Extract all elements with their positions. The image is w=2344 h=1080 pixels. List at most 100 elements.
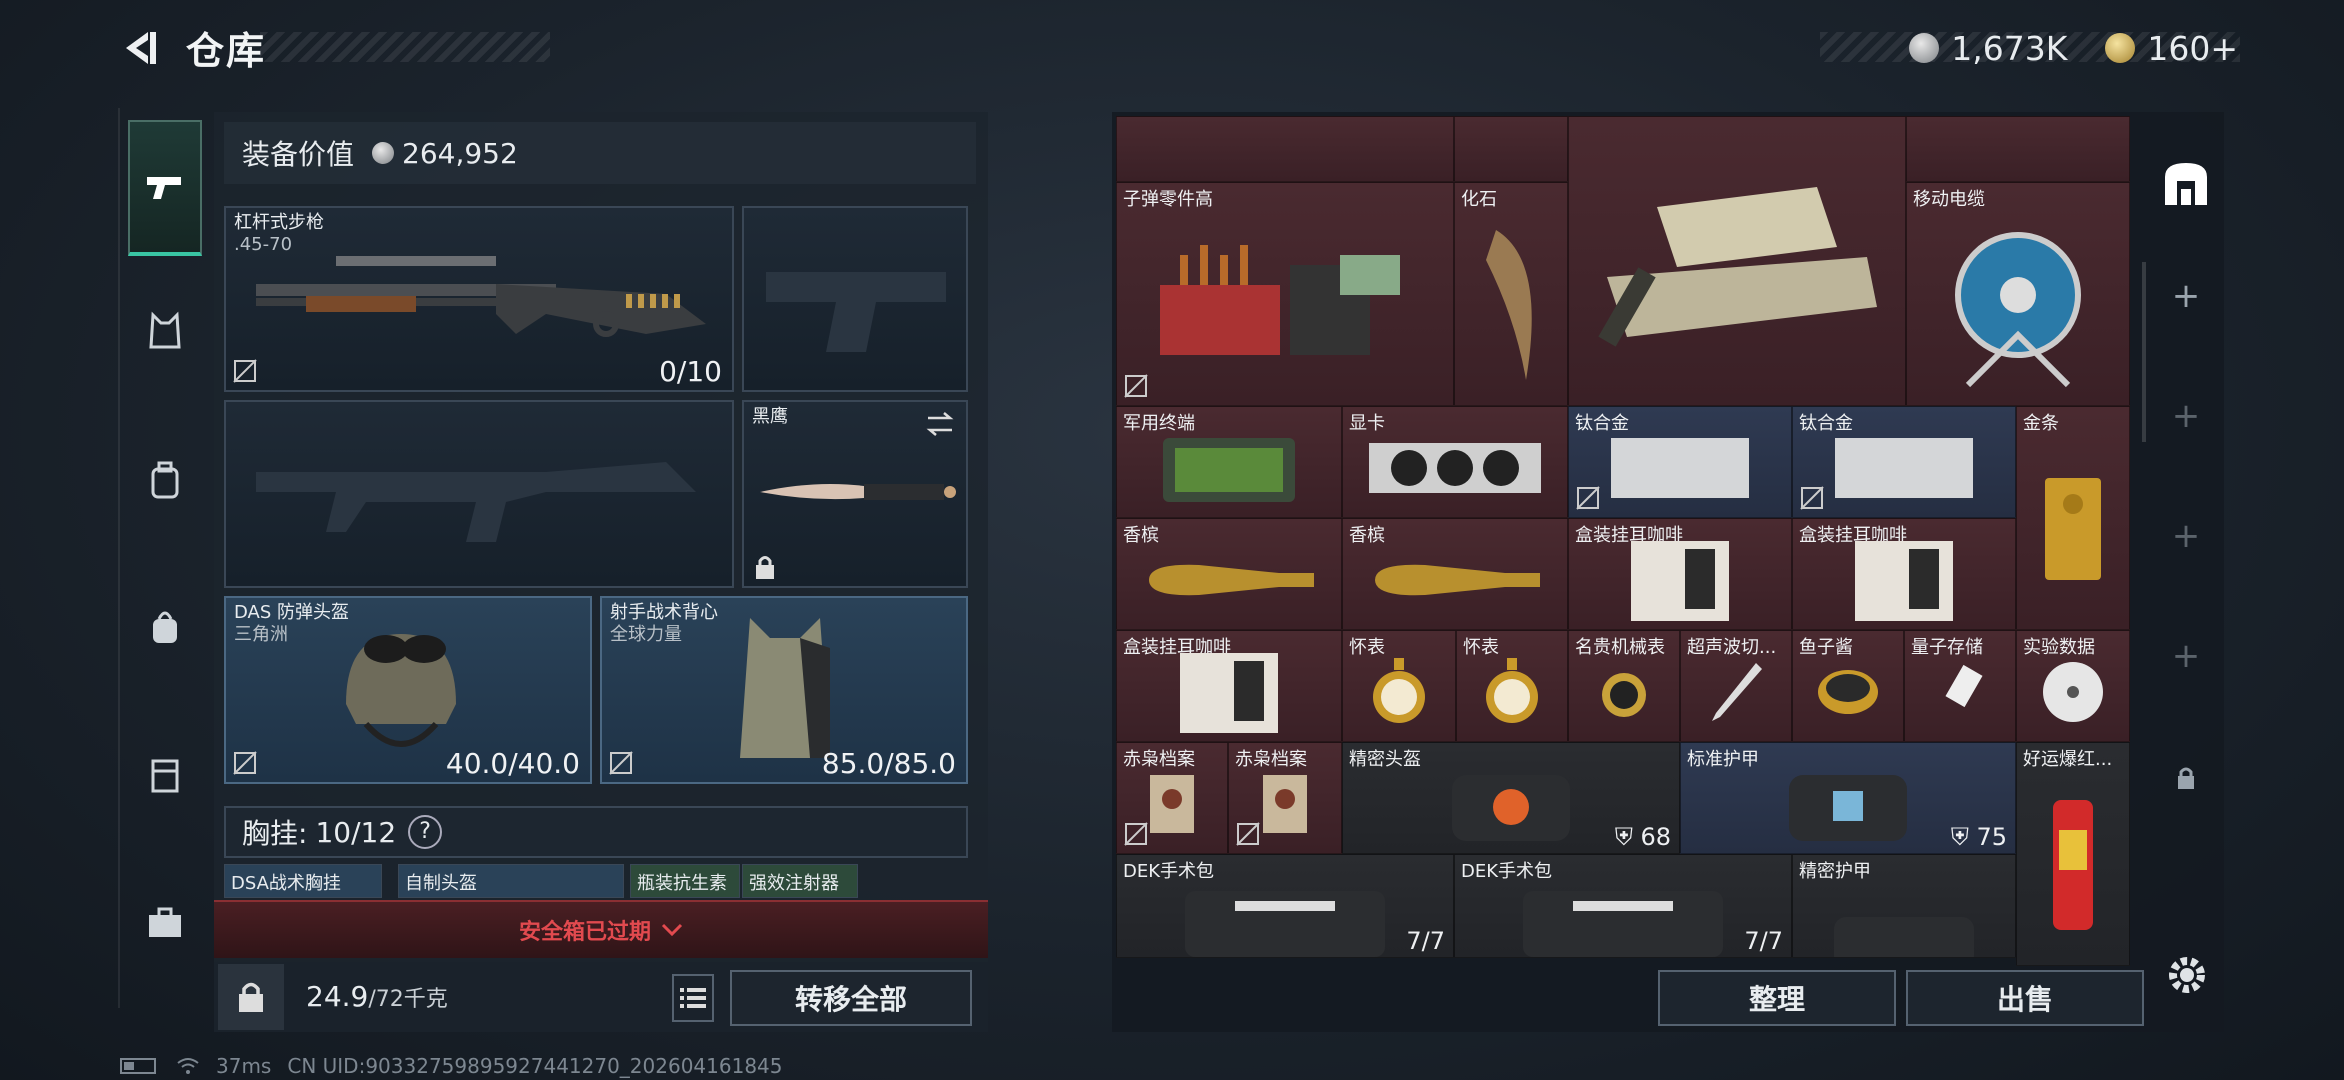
grid-item[interactable]: 好运爆红... (2016, 742, 2130, 966)
body-armor-slot[interactable]: 射手战术背心 全球力量 85.0/85.0 (600, 596, 968, 784)
helmet-icon (346, 634, 456, 747)
weight-current: 24.9 (306, 980, 369, 1013)
swap-icon[interactable] (924, 410, 956, 438)
grid-item[interactable]: 鱼子酱 (1792, 630, 1904, 742)
nav-bag[interactable] (128, 590, 202, 664)
add-storage-button[interactable]: + (2148, 258, 2224, 334)
lock-button[interactable] (218, 964, 284, 1030)
grid-item[interactable]: 怀表 (1342, 630, 1456, 742)
item-label: 赤枭档案 (1235, 749, 1307, 770)
grid-item[interactable]: DEK手术包 7/7 (1116, 854, 1454, 958)
transfer-all-button[interactable]: 转移全部 (730, 970, 972, 1026)
grid-item[interactable]: 标准护甲 ⛨ 75 (1680, 742, 2016, 854)
grid-cell[interactable] (1906, 116, 2130, 182)
equipment-value-label: 装备价值 (242, 138, 355, 171)
ammo-parts-icon (1160, 245, 1400, 356)
container-icon (151, 759, 179, 793)
coffee-box-icon (1855, 540, 1953, 621)
dossier-icon (1150, 774, 1194, 833)
add-storage-button[interactable]: + (2148, 378, 2224, 454)
knife-name: 黑鹰 (752, 406, 788, 427)
settings-button[interactable] (2162, 950, 2212, 1000)
add-storage-button[interactable]: + (2148, 618, 2224, 694)
grid-item[interactable]: 名贵机械表 (1568, 630, 1680, 742)
nav-container[interactable] (128, 738, 202, 812)
secondary-weapon-slot[interactable] (224, 400, 734, 588)
locked-storage[interactable] (2148, 740, 2224, 816)
item-label: DEK手术包 (1123, 861, 1215, 882)
grid-item[interactable]: 金条 (2016, 406, 2130, 630)
mini-slot[interactable]: 强效注射器 (742, 864, 858, 898)
helmet-bag-icon (1452, 774, 1570, 841)
melee-slot[interactable]: 黑鹰 (742, 400, 968, 588)
chest-label: 胸挂: (242, 817, 308, 850)
vest-icon (149, 311, 181, 349)
bag-icon (153, 611, 177, 643)
grid-item[interactable]: 盒装挂耳咖啡 (1792, 518, 2016, 630)
grid-item[interactable]: 怀表 (1456, 630, 1568, 742)
ping-value: 37ms (216, 1054, 272, 1078)
grid-item[interactable]: 军用终端 (1116, 406, 1342, 518)
grid-item[interactable]: 精密头盔 ⛨ 68 (1342, 742, 1680, 854)
sell-button[interactable]: 出售 (1906, 970, 2144, 1026)
pocket-watch-icon (1486, 657, 1538, 723)
grid-item[interactable]: 香槟 (1116, 518, 1342, 630)
mini-slot[interactable]: 自制头盔 (398, 864, 624, 898)
help-icon[interactable]: ? (408, 815, 443, 849)
armor-bag-icon (1834, 916, 1974, 957)
grid-item[interactable]: 赤枭档案 (1116, 742, 1228, 854)
vest-sub: 全球力量 (610, 624, 682, 645)
grid-item[interactable]: 量子存储 (1904, 630, 2016, 742)
grid-item[interactable]: 盒装挂耳咖啡 (1568, 518, 1792, 630)
nav-case[interactable] (128, 886, 202, 960)
grid-item[interactable]: DEK手术包 7/7 (1454, 854, 1792, 958)
currency-display[interactable]: 1,673K 160+ (1909, 26, 2238, 70)
grid-item[interactable]: 实验数据 (2016, 630, 2130, 742)
grid-item[interactable]: 赤枭档案 (1228, 742, 1342, 854)
grid-cell[interactable] (1116, 116, 1454, 182)
grid-item[interactable]: 移动电缆 (1906, 182, 2130, 406)
lever-rifle-icon (256, 256, 706, 337)
storage-tab-main[interactable] (2148, 146, 2224, 222)
grid-cell[interactable] (1454, 116, 1568, 182)
no-image-icon (1576, 486, 1600, 510)
vest-name: 射手战术背心 (610, 602, 718, 623)
equipment-value-row: 装备价值 264,952 (224, 122, 976, 184)
grid-item[interactable] (1568, 116, 1906, 406)
add-storage-button[interactable]: + (2148, 498, 2224, 574)
nav-backpack[interactable] (128, 444, 202, 518)
safebox-expired-banner[interactable]: 安全箱已过期 (214, 900, 988, 958)
list-view-button[interactable] (672, 974, 714, 1022)
grid-item[interactable]: 化石 (1454, 182, 1568, 406)
chest-count: 10/12 (315, 815, 397, 849)
grid-item[interactable]: 显卡 (1342, 406, 1568, 518)
grid-item[interactable]: 盒装挂耳咖啡 (1116, 630, 1342, 742)
briefcase-icon (149, 907, 181, 937)
rifle-placeholder-icon (256, 462, 696, 542)
nav-vest[interactable] (128, 294, 202, 368)
grid-scrollbar[interactable] (2142, 262, 2146, 442)
no-image-icon (1800, 486, 1824, 510)
pistol-slot[interactable] (742, 206, 968, 392)
grid-item[interactable]: 钛合金 (1792, 406, 2016, 518)
storage-icon (2165, 163, 2207, 205)
grid-item[interactable]: 香槟 (1342, 518, 1568, 630)
grid-item[interactable]: 钛合金 (1568, 406, 1792, 518)
gold-bar-icon (2045, 478, 2101, 581)
mini-slot[interactable]: DSA战术胸挂 (224, 864, 382, 898)
chest-rig-row[interactable]: 胸挂: 10/12 ? (224, 806, 968, 858)
grid-item[interactable]: 子弹零件高 (1116, 182, 1454, 406)
item-label: 移动电缆 (1913, 189, 1985, 210)
vest-durability: 85.0/85.0 (821, 747, 956, 780)
primary-weapon-slot[interactable]: 杠杆式步枪 .45-70 0/10 (224, 206, 734, 392)
nav-weapons[interactable] (128, 120, 202, 256)
item-label: 超声波切... (1687, 637, 1777, 658)
helmet-slot[interactable]: DAS 防弹头盔 三角洲 40.0/40.0 (224, 596, 592, 784)
grid-item[interactable]: 精密护甲 (1792, 854, 2016, 958)
grid-item[interactable]: 超声波切... (1680, 630, 1792, 742)
sort-button[interactable]: 整理 (1658, 970, 1896, 1026)
armor-value: 68 (1640, 823, 1671, 851)
back-button[interactable] (118, 26, 162, 70)
mini-slot[interactable]: 瓶装抗生素 (630, 864, 740, 898)
item-label: 化石 (1461, 189, 1497, 210)
